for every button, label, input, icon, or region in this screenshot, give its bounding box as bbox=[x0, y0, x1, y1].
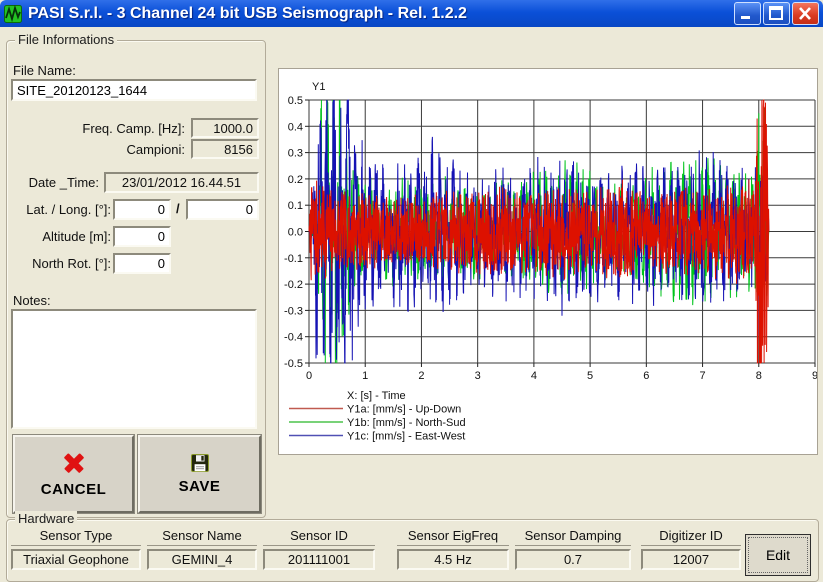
notes-label: Notes: bbox=[13, 293, 51, 308]
north-rot-label: North Rot. [°]: bbox=[7, 256, 111, 271]
svg-text:Y1c: [mm/s] - East-West: Y1c: [mm/s] - East-West bbox=[347, 431, 465, 443]
window-title: PASI S.r.l. - 3 Channel 24 bit USB Seism… bbox=[28, 5, 734, 23]
svg-text:-0.5: -0.5 bbox=[284, 358, 303, 370]
cancel-x-icon bbox=[61, 450, 87, 476]
hardware-group: Hardware Sensor Type Triaxial Geophone S… bbox=[6, 519, 819, 582]
freq-camp-label: Freq. Camp. [Hz]: bbox=[7, 121, 185, 136]
svg-text:-0.1: -0.1 bbox=[284, 253, 303, 265]
maximize-icon bbox=[764, 3, 789, 24]
campioni-label: Campioni: bbox=[7, 142, 185, 157]
file-name-label: File Name: bbox=[13, 63, 76, 78]
svg-text:8: 8 bbox=[756, 370, 762, 382]
svg-text:0.5: 0.5 bbox=[288, 95, 303, 107]
svg-text:0.1: 0.1 bbox=[288, 200, 303, 212]
svg-text:2: 2 bbox=[418, 370, 424, 382]
lat-long-label: Lat. / Long. [°]: bbox=[7, 202, 111, 217]
cancel-button-label: CANCEL bbox=[41, 481, 107, 498]
svg-text:5: 5 bbox=[587, 370, 593, 382]
longitude-input[interactable] bbox=[186, 199, 259, 220]
sensor-name-label: Sensor Name bbox=[147, 528, 257, 546]
svg-text:0.0: 0.0 bbox=[288, 227, 303, 239]
app-window: PASI S.r.l. - 3 Channel 24 bit USB Seism… bbox=[0, 0, 823, 582]
altitude-input[interactable] bbox=[113, 226, 171, 247]
close-icon bbox=[793, 3, 818, 24]
svg-text:0.2: 0.2 bbox=[288, 174, 303, 186]
save-floppy-icon bbox=[190, 453, 210, 473]
notes-textarea[interactable] bbox=[11, 309, 257, 429]
edit-button[interactable]: Edit bbox=[745, 534, 811, 576]
file-name-input[interactable] bbox=[11, 79, 257, 101]
svg-text:0.3: 0.3 bbox=[288, 148, 303, 160]
hardware-group-label: Hardware bbox=[15, 511, 77, 526]
minimize-icon bbox=[735, 3, 760, 24]
sensor-damping-value: 0.7 bbox=[515, 549, 631, 570]
svg-text:6: 6 bbox=[643, 370, 649, 382]
sensor-id-label: Sensor ID bbox=[263, 528, 375, 546]
svg-text:7: 7 bbox=[699, 370, 705, 382]
svg-text:0: 0 bbox=[306, 370, 312, 382]
svg-text:3: 3 bbox=[475, 370, 481, 382]
svg-text:9: 9 bbox=[812, 370, 817, 382]
sensor-type-label: Sensor Type bbox=[11, 528, 141, 546]
altitude-label: Altitude [m]: bbox=[7, 229, 111, 244]
svg-text:-0.3: -0.3 bbox=[284, 305, 303, 317]
save-button[interactable]: SAVE bbox=[138, 435, 261, 513]
svg-text:-0.2: -0.2 bbox=[284, 279, 303, 291]
lat-long-separator: / bbox=[176, 201, 180, 216]
sensor-name-value: GEMINI_4 bbox=[147, 549, 257, 570]
sensor-damping-label: Sensor Damping bbox=[515, 528, 631, 546]
sensor-eigfreq-label: Sensor EigFreq bbox=[397, 528, 509, 546]
freq-camp-value: 1000.0 bbox=[191, 118, 259, 138]
sensor-id-value: 201111001 bbox=[263, 549, 375, 570]
cancel-button[interactable]: CANCEL bbox=[13, 435, 134, 513]
app-icon bbox=[4, 5, 22, 23]
minimize-button[interactable] bbox=[734, 2, 761, 25]
latitude-input[interactable] bbox=[113, 199, 171, 220]
titlebar: PASI S.r.l. - 3 Channel 24 bit USB Seism… bbox=[0, 0, 823, 27]
digitizer-id-value: 12007 bbox=[641, 549, 741, 570]
sensor-type-value: Triaxial Geophone bbox=[11, 549, 141, 570]
svg-text:0.4: 0.4 bbox=[288, 121, 303, 133]
svg-text:4: 4 bbox=[531, 370, 537, 382]
svg-text:Y1b: [mm/s] - North-Sud: Y1b: [mm/s] - North-Sud bbox=[347, 417, 466, 429]
seismogram-chart-panel: 0 1 2 3 4 5 6 7 8 9 0.5 0.4 0.3 0.2 0.1 0.0 -0.1 -0.2 -0.3… bbox=[278, 68, 818, 455]
campioni-value: 8156 bbox=[191, 139, 259, 159]
svg-text:Y1: Y1 bbox=[312, 81, 325, 93]
close-button[interactable] bbox=[792, 2, 819, 25]
svg-text:-0.4: -0.4 bbox=[284, 332, 303, 344]
svg-text:X: [s] - Time: X: [s] - Time bbox=[347, 390, 406, 402]
file-informations-group-label: File Informations bbox=[15, 32, 117, 47]
date-time-value: 23/01/2012 16.44.51 bbox=[104, 172, 259, 193]
seismogram-chart: 0 1 2 3 4 5 6 7 8 9 0.5 0.4 0.3 0.2 0.1 0.0 -0.1 -0.2 -0.3… bbox=[279, 69, 817, 454]
date-time-label: Date _Time: bbox=[7, 175, 99, 190]
save-button-label: SAVE bbox=[179, 478, 221, 495]
sensor-eigfreq-value: 4.5 Hz bbox=[397, 549, 509, 570]
maximize-button[interactable] bbox=[763, 2, 790, 25]
north-rot-input[interactable] bbox=[113, 253, 171, 274]
file-informations-group: File Informations File Name: Freq. Camp.… bbox=[6, 40, 266, 518]
digitizer-id-label: Digitizer ID bbox=[641, 528, 741, 546]
svg-text:Y1a: [mm/s] - Up-Down: Y1a: [mm/s] - Up-Down bbox=[347, 404, 461, 416]
svg-text:1: 1 bbox=[362, 370, 368, 382]
